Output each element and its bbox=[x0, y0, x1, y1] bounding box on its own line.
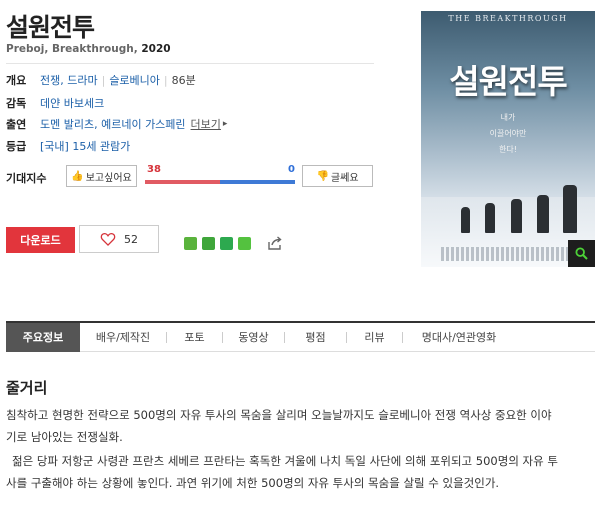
want-label: 보고싶어요 bbox=[85, 172, 132, 184]
cast-label: 출연 bbox=[6, 118, 27, 131]
tab-bar: 주요정보 배우/제작진 포토 동영상 평점 리뷰 명대사/연관영화 bbox=[6, 321, 595, 352]
info-rating: 등급 [국내] 15세 관람가 bbox=[6, 138, 130, 154]
expectation-bar bbox=[145, 180, 295, 184]
tab-photos[interactable]: 포토 bbox=[167, 323, 222, 352]
info-director: 감독 데얀 바보세크 bbox=[6, 95, 104, 111]
info-cast: 출연 도멘 발리츠, 예르네이 가스페린 더보기 ▸ bbox=[6, 116, 227, 132]
overview-label: 개요 bbox=[6, 74, 27, 87]
share-icon[interactable] bbox=[267, 235, 283, 251]
cafe-icon[interactable] bbox=[202, 237, 215, 250]
like-count: 52 bbox=[124, 232, 138, 246]
release-year: 2020 bbox=[141, 43, 171, 55]
director-label: 감독 bbox=[6, 97, 27, 110]
tab-videos[interactable]: 동영상 bbox=[223, 323, 284, 352]
genre-link[interactable]: 전쟁, 드라마 bbox=[40, 72, 98, 88]
thumbs-up-icon: 👍 bbox=[71, 170, 84, 182]
want-to-see-button[interactable]: 👍 보고싶어요 bbox=[66, 165, 137, 187]
rating-link[interactable]: [국내] 15세 관람가 bbox=[40, 138, 130, 154]
poster-tagline: 이끌어야만 bbox=[489, 129, 527, 138]
runtime-text: 86분 bbox=[171, 74, 196, 87]
poster-soldier bbox=[461, 207, 470, 233]
tab-reviews[interactable]: 리뷰 bbox=[347, 323, 402, 352]
notwant-label: 글쎄요 bbox=[330, 172, 359, 184]
heart-icon bbox=[100, 233, 116, 246]
poster-tagline: 내가 bbox=[500, 113, 516, 122]
chevron-right-icon: ▸ bbox=[222, 119, 228, 129]
movie-poster[interactable]: THE BREAKTHROUGH 설원전투 내가 이끌어야만 한다! bbox=[421, 11, 595, 267]
blog-icon[interactable] bbox=[184, 237, 197, 250]
expectation-label: 기대지수 bbox=[6, 172, 47, 185]
poster-english-title: THE BREAKTHROUGH bbox=[448, 14, 568, 23]
band-icon[interactable] bbox=[238, 237, 251, 250]
movie-subtitle: Preboj, Breakthrough, 2020 bbox=[6, 43, 171, 55]
synopsis-text: 젊은 당파 저항군 사령관 프란츠 세베르 프란타는 혹독한 겨울에 나치 독일… bbox=[12, 454, 558, 468]
thumbs-down-icon: 👎 bbox=[316, 170, 329, 182]
poster-soldier bbox=[511, 199, 522, 233]
poster-soldier bbox=[563, 185, 577, 233]
expectation-bar-fill bbox=[145, 180, 220, 184]
poster-soldier bbox=[537, 195, 549, 233]
tab-ratings[interactable]: 평점 bbox=[285, 323, 346, 352]
country-link[interactable]: 슬로베니아 bbox=[109, 72, 160, 88]
poster-tagline: 한다! bbox=[499, 145, 517, 154]
poster-soldier bbox=[485, 203, 495, 233]
movie-title: 설원전투 bbox=[6, 13, 95, 42]
want-count: 38 bbox=[147, 164, 161, 175]
cast-link[interactable]: 도멘 발리츠, 예르네이 가스페린 bbox=[40, 116, 186, 132]
synopsis-heading: 줄거리 bbox=[6, 379, 48, 397]
director-link[interactable]: 데얀 바보세크 bbox=[40, 95, 104, 111]
separator: | bbox=[163, 73, 168, 87]
tab-quotes-related[interactable]: 명대사/연관영화 bbox=[403, 323, 515, 352]
search-icon bbox=[575, 247, 588, 260]
rating-label: 등급 bbox=[6, 140, 27, 153]
not-sure-button[interactable]: 👎 글쎄요 bbox=[302, 165, 373, 187]
poster-credits bbox=[441, 247, 575, 261]
tab-main-info[interactable]: 주요정보 bbox=[6, 322, 80, 352]
synopsis-text: 사를 구출해야 하는 상황에 놓인다. 과연 위기에 처한 500명의 자유 투… bbox=[6, 476, 500, 490]
like-button[interactable]: 52 bbox=[79, 225, 159, 253]
synopsis-text: 기로 남아있는 전쟁실화. bbox=[6, 430, 123, 444]
synopsis-text: 침착하고 현명한 전략으로 500명의 자유 투사의 목숨을 살리며 오늘날까지… bbox=[6, 408, 552, 422]
notwant-count: 0 bbox=[288, 164, 295, 175]
poster-korean-title: 설원전투 bbox=[449, 62, 567, 101]
poster-zoom-button[interactable] bbox=[568, 240, 595, 267]
tab-cast-crew[interactable]: 배우/제작진 bbox=[80, 323, 166, 352]
cast-more-link[interactable]: 더보기 bbox=[191, 116, 221, 132]
bookmark-icon[interactable] bbox=[220, 237, 233, 250]
divider bbox=[6, 63, 374, 64]
download-button[interactable]: 다운로드 bbox=[6, 227, 75, 253]
separator: | bbox=[101, 73, 106, 87]
info-overview: 개요 전쟁, 드라마 | 슬로베니아 | 86분 bbox=[6, 72, 196, 88]
original-title: Preboj, Breakthrough, bbox=[6, 43, 138, 55]
